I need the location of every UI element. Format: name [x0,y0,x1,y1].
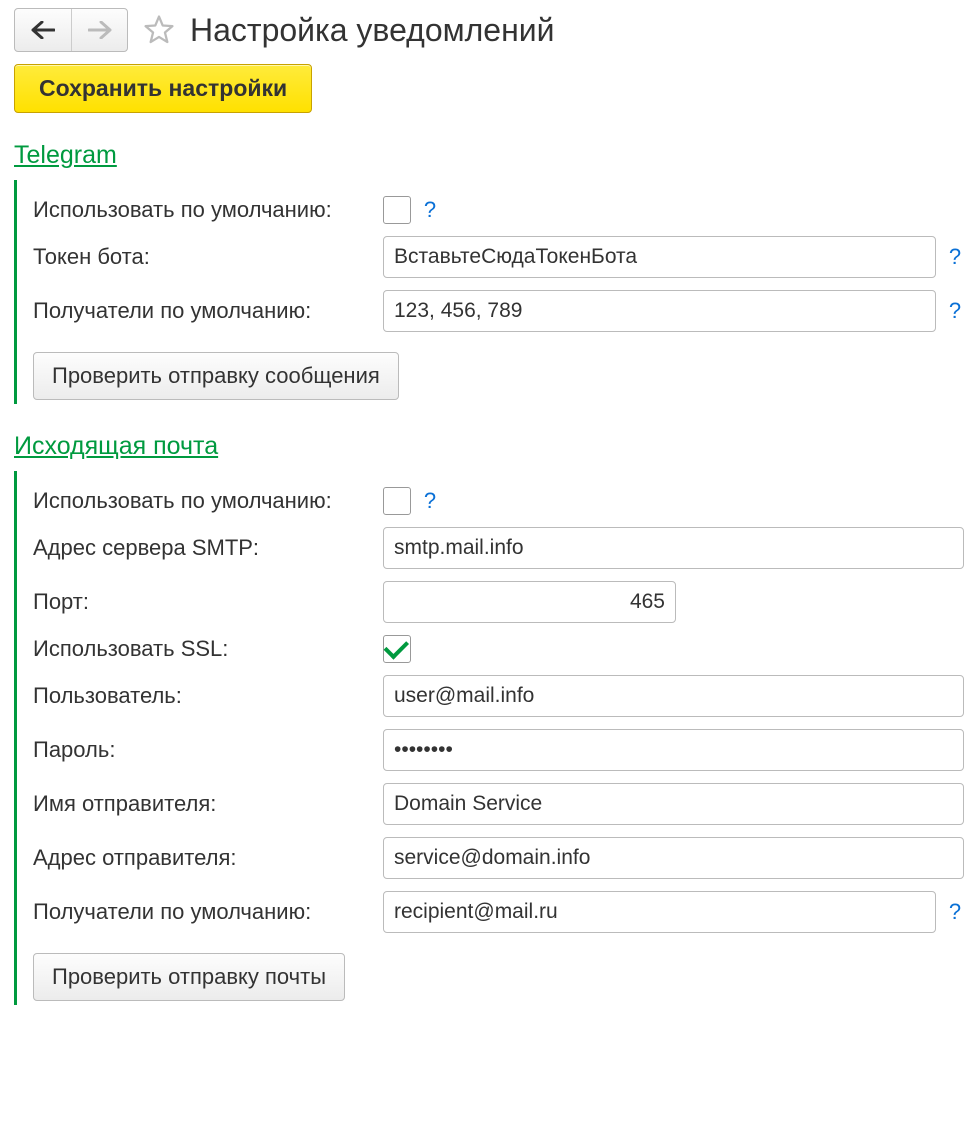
mail-user-input[interactable] [383,675,964,717]
telegram-use-default-checkbox[interactable] [383,196,411,224]
mail-recipients-input[interactable] [383,891,936,933]
telegram-token-label: Токен бота: [33,244,373,270]
mail-user-label: Пользователь: [33,683,373,709]
mail-sender-name-input[interactable] [383,783,964,825]
arrow-left-icon [31,21,55,39]
mail-smtp-label: Адрес сервера SMTP: [33,535,373,561]
mail-port-input[interactable] [383,581,676,623]
nav-buttons [14,8,128,52]
telegram-recipients-label: Получатели по умолчанию: [33,298,373,324]
mail-smtp-input[interactable] [383,527,964,569]
forward-button[interactable] [71,9,127,51]
mail-use-default-checkbox[interactable] [383,487,411,515]
mail-sender-addr-input[interactable] [383,837,964,879]
mail-test-button[interactable]: Проверить отправку почты [33,953,345,1001]
help-icon[interactable]: ? [946,899,964,925]
help-icon[interactable]: ? [946,298,964,324]
mail-password-input[interactable] [383,729,964,771]
telegram-test-button[interactable]: Проверить отправку сообщения [33,352,399,400]
telegram-token-input[interactable] [383,236,936,278]
section-telegram: Использовать по умолчанию: ? Токен бота:… [14,180,964,404]
section-mail: Использовать по умолчанию: ? Адрес серве… [14,471,964,1005]
help-icon[interactable]: ? [421,488,439,514]
mail-sender-name-label: Имя отправителя: [33,791,373,817]
mail-password-label: Пароль: [33,737,373,763]
help-icon[interactable]: ? [946,244,964,270]
telegram-recipients-input[interactable] [383,290,936,332]
back-button[interactable] [15,9,71,51]
arrow-right-icon [88,21,112,39]
favorite-star-icon[interactable] [142,13,176,47]
page-title: Настройка уведомлений [190,12,555,49]
telegram-use-default-label: Использовать по умолчанию: [33,197,373,223]
save-settings-button[interactable]: Сохранить настройки [14,64,312,113]
mail-port-label: Порт: [33,589,373,615]
mail-ssl-label: Использовать SSL: [33,636,373,662]
mail-recipients-label: Получатели по умолчанию: [33,899,373,925]
mail-ssl-checkbox[interactable] [383,635,411,663]
mail-use-default-label: Использовать по умолчанию: [33,488,373,514]
help-icon[interactable]: ? [421,197,439,223]
section-title-mail[interactable]: Исходящая почта [14,432,964,461]
section-title-telegram[interactable]: Telegram [14,141,964,170]
mail-sender-addr-label: Адрес отправителя: [33,845,373,871]
